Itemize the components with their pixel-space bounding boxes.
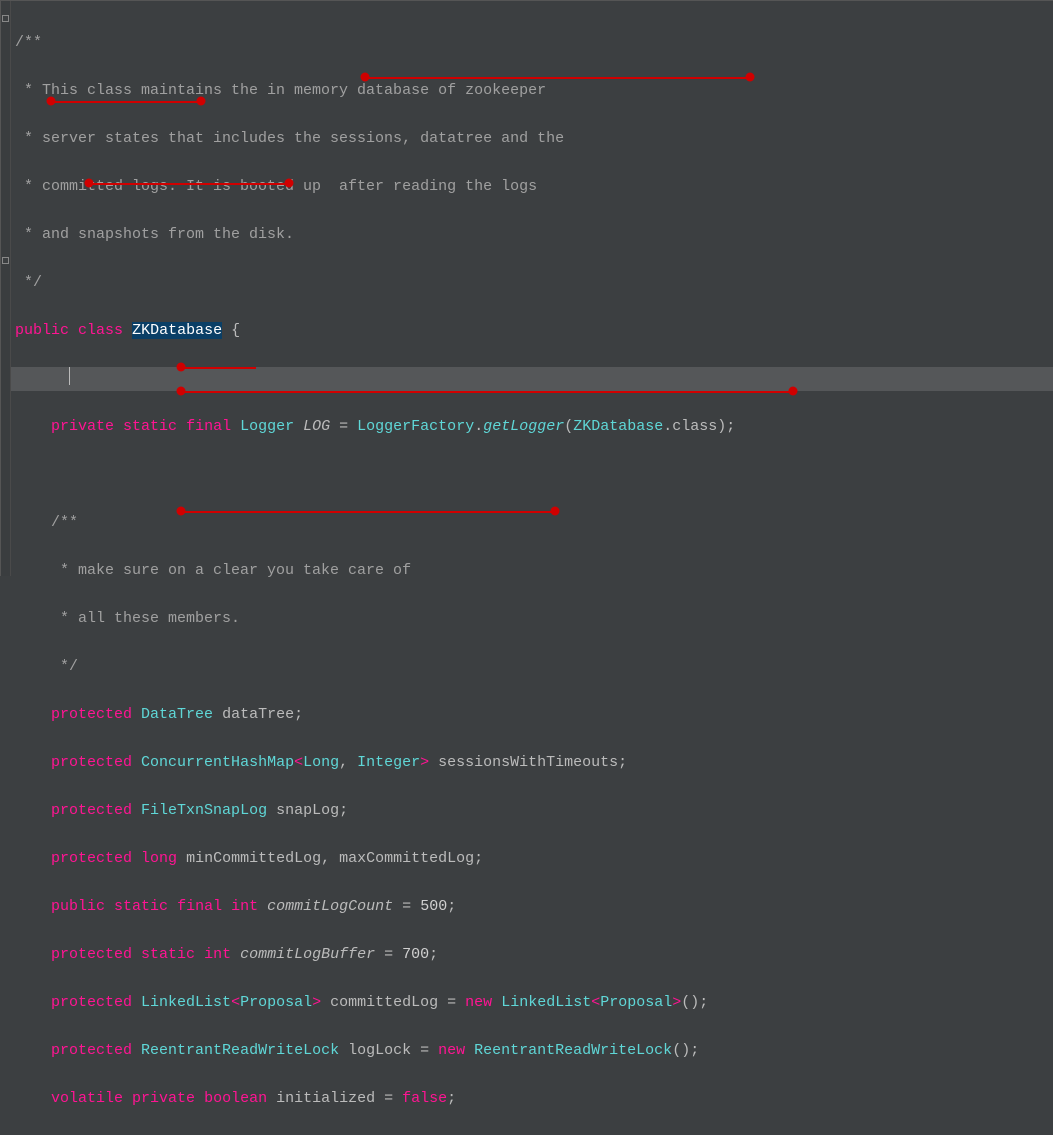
code-line: * committed logs. It is booted up after … xyxy=(11,175,1053,199)
fold-marker-icon[interactable] xyxy=(2,15,9,22)
annotation-underline xyxy=(51,101,201,103)
code-line: /** xyxy=(11,31,1053,55)
annotation-underline xyxy=(181,391,793,393)
field-declaration: protected ReentrantReadWriteLock logLock… xyxy=(11,1039,1053,1063)
annotation-dot-icon xyxy=(177,387,186,396)
code-editor[interactable]: /** * This class maintains the in memory… xyxy=(11,7,1053,1135)
text-caret xyxy=(69,367,70,385)
code-line: * and snapshots from the disk. xyxy=(11,223,1053,247)
blank-line xyxy=(11,463,1053,487)
field-declaration: private static final Logger LOG = Logger… xyxy=(11,415,1053,439)
annotation-underline xyxy=(89,183,289,185)
annotation-dot-icon xyxy=(746,73,755,82)
annotation-dot-icon xyxy=(47,97,56,106)
field-declaration: protected ConcurrentHashMap<Long, Intege… xyxy=(11,751,1053,775)
code-line: * This class maintains the in memory dat… xyxy=(11,79,1053,103)
code-line: * server states that includes the sessio… xyxy=(11,127,1053,151)
code-line: /** xyxy=(11,511,1053,535)
field-declaration: protected LinkedList<Proposal> committed… xyxy=(11,991,1053,1015)
annotation-underline xyxy=(365,77,750,79)
annotation-dot-icon xyxy=(789,387,798,396)
annotation-dot-icon xyxy=(177,363,186,372)
annotation-dot-icon xyxy=(85,179,94,188)
field-declaration: protected static int commitLogBuffer = 7… xyxy=(11,943,1053,967)
annotation-dot-icon xyxy=(551,507,560,516)
code-line: */ xyxy=(11,655,1053,679)
annotation-dot-icon xyxy=(361,73,370,82)
field-declaration: protected FileTxnSnapLog snapLog; xyxy=(11,799,1053,823)
code-line: * all these members. xyxy=(11,607,1053,631)
code-line: * make sure on a clear you take care of xyxy=(11,559,1053,583)
caret-line xyxy=(11,367,1053,391)
fold-marker-icon[interactable] xyxy=(2,257,9,264)
annotation-underline xyxy=(181,367,256,369)
annotation-dot-icon xyxy=(285,179,294,188)
annotation-dot-icon xyxy=(177,507,186,516)
field-declaration: volatile private boolean initialized = f… xyxy=(11,1087,1053,1111)
editor-gutter xyxy=(1,1,11,576)
field-declaration: public static final int commitLogCount =… xyxy=(11,895,1053,919)
annotation-dot-icon xyxy=(197,97,206,106)
field-declaration: protected DataTree dataTree; xyxy=(11,703,1053,727)
class-declaration: public class ZKDatabase { xyxy=(11,319,1053,343)
annotation-underline xyxy=(181,511,555,513)
field-declaration: protected long minCommittedLog, maxCommi… xyxy=(11,847,1053,871)
code-line: */ xyxy=(11,271,1053,295)
